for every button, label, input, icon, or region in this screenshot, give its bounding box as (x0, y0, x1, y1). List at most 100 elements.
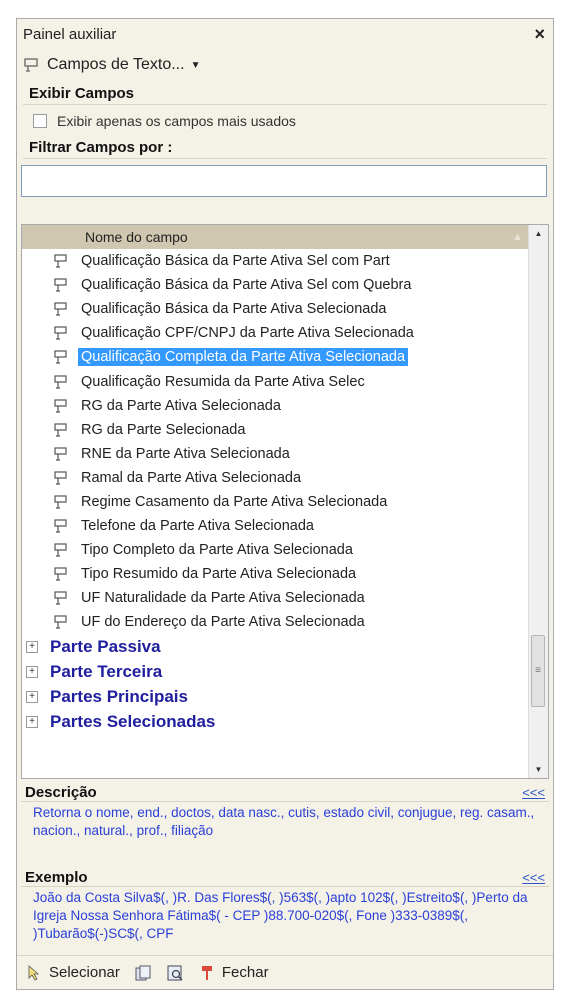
example-section: Exemplo <<< João da Costa Silva$(, )R. D… (21, 869, 549, 945)
field-tree: Nome do campo ▲ Qualificação Básica da P… (21, 224, 549, 779)
scroll-down-icon[interactable]: ▼ (529, 761, 548, 778)
field-item-label: UF Naturalidade da Parte Ativa Seleciona… (81, 590, 365, 607)
mode-dropdown[interactable]: Campos de Texto... ▼ (17, 49, 553, 81)
text-field-icon (54, 398, 70, 414)
text-field-icon (54, 325, 70, 341)
scroll-thumb[interactable]: ≡ (531, 635, 545, 707)
field-item-label: RG da Parte Selecionada (81, 421, 246, 438)
panel-title: Painel auxiliar (23, 25, 117, 43)
preview-icon[interactable] (166, 964, 184, 982)
expand-icon[interactable]: + (26, 666, 38, 678)
example-text: João da Costa Silva$(, )R. Das Flores$(,… (33, 890, 528, 941)
chevron-down-icon: ▼ (190, 59, 201, 71)
field-item-label: Qualificação Básica da Parte Ativa Sel c… (81, 253, 390, 270)
most-used-checkbox-row[interactable]: Exibir apenas os campos mais usados (17, 105, 553, 135)
sort-icon: ▲ (512, 231, 523, 243)
expand-icon[interactable]: + (26, 691, 38, 703)
field-item[interactable]: UF Naturalidade da Parte Ativa Seleciona… (22, 586, 529, 610)
example-title: Exemplo (25, 869, 88, 886)
text-field-icon (54, 446, 70, 462)
group-item-label: Partes Principais (50, 687, 188, 706)
description-text: Retorna o nome, end., doctos, data nasc.… (33, 805, 535, 838)
filter-input[interactable] (21, 165, 547, 197)
copy-icon[interactable] (134, 964, 152, 982)
field-item[interactable]: Qualificação Básica da Parte Ativa Sel c… (22, 273, 529, 297)
field-item-label: Qualificação Completa da Parte Ativa Sel… (78, 348, 409, 367)
field-item[interactable]: UF do Endereço da Parte Ativa Selecionad… (22, 610, 529, 634)
field-item-label: RNE da Parte Ativa Selecionada (81, 445, 290, 462)
field-item[interactable]: RG da Parte Ativa Selecionada (22, 394, 529, 418)
text-field-icon (54, 518, 70, 534)
example-collapse-link[interactable]: <<< (522, 870, 545, 885)
field-item[interactable]: Telefone da Parte Ativa Selecionada (22, 514, 529, 538)
scroll-up-icon[interactable]: ▲ (529, 225, 548, 242)
field-item-label: Ramal da Parte Ativa Selecionada (81, 469, 302, 486)
field-item[interactable]: Qualificação Resumida da Parte Ativa Sel… (22, 369, 529, 393)
field-item[interactable]: Qualificação Básica da Parte Ativa Selec… (22, 297, 529, 321)
select-button-label: Selecionar (49, 964, 120, 981)
panel-titlebar: Painel auxiliar × (17, 19, 553, 49)
field-item-label: Telefone da Parte Ativa Selecionada (81, 518, 314, 535)
group-item[interactable]: + Partes Principais (22, 685, 529, 710)
exibir-section-title: Exibir Campos (23, 81, 547, 105)
field-item-label: Regime Casamento da Parte Ativa Selecion… (81, 493, 388, 510)
field-item[interactable]: Tipo Resumido da Parte Ativa Selecionada (22, 562, 529, 586)
field-item[interactable]: RNE da Parte Ativa Selecionada (22, 442, 529, 466)
group-item-label: Partes Selecionadas (50, 712, 216, 731)
text-field-icon (54, 253, 70, 269)
field-item[interactable]: RG da Parte Selecionada (22, 418, 529, 442)
auxiliary-panel: Painel auxiliar × Campos de Texto... ▼ E… (16, 18, 554, 990)
most-used-checkbox[interactable] (33, 114, 47, 128)
text-field-icon (54, 542, 70, 558)
column-header-label: Nome do campo (85, 229, 188, 245)
field-item-label: Qualificação Básica da Parte Ativa Sel c… (81, 277, 412, 294)
field-item-label: Qualificação Básica da Parte Ativa Selec… (81, 301, 387, 318)
group-item[interactable]: + Parte Passiva (22, 635, 529, 660)
field-item[interactable]: Regime Casamento da Parte Ativa Selecion… (22, 490, 529, 514)
pin-icon (201, 965, 212, 980)
description-collapse-link[interactable]: <<< (522, 785, 545, 800)
text-field-icon (54, 590, 70, 606)
description-header: Descrição <<< (21, 784, 549, 802)
field-item[interactable]: Ramal da Parte Ativa Selecionada (22, 466, 529, 490)
field-item[interactable]: Qualificação Completa da Parte Ativa Sel… (22, 345, 529, 369)
close-button-label: Fechar (221, 964, 269, 981)
tree-list: Qualificação Básica da Parte Ativa Sel c… (22, 249, 529, 735)
filter-section-title: Filtrar Campos por : (23, 135, 547, 159)
group-item[interactable]: + Parte Terceira (22, 660, 529, 685)
field-item[interactable]: Qualificação Básica da Parte Ativa Sel c… (22, 249, 529, 273)
field-item-label: Qualificação Resumida da Parte Ativa Sel… (81, 373, 365, 390)
field-item-label: Tipo Completo da Parte Ativa Selecionada (81, 542, 353, 559)
bottom-toolbar: Selecionar Fechar (17, 955, 553, 989)
tree-scrollbar[interactable]: ▲ ≡ ▼ (528, 225, 548, 778)
group-item[interactable]: + Partes Selecionadas (22, 710, 529, 735)
field-item[interactable]: Tipo Completo da Parte Ativa Selecionada (22, 538, 529, 562)
expand-icon[interactable]: + (26, 641, 38, 653)
text-field-icon (54, 566, 70, 582)
text-field-icon (54, 422, 70, 438)
field-item-label: Qualificação CPF/CNPJ da Parte Ativa Sel… (81, 325, 414, 342)
expand-icon[interactable]: + (26, 716, 38, 728)
text-field-icon (54, 470, 70, 486)
column-header-field-name[interactable]: Nome do campo ▲ (22, 225, 529, 249)
text-field-icon (54, 494, 70, 510)
mode-dropdown-label: Campos de Texto... (47, 56, 185, 73)
text-field-icon (54, 301, 70, 317)
text-field-icon (54, 277, 70, 293)
group-item-label: Parte Passiva (50, 637, 161, 656)
group-item-label: Parte Terceira (50, 662, 163, 681)
close-button[interactable]: Fechar (198, 964, 269, 982)
description-title: Descrição (25, 784, 97, 801)
description-section: Descrição <<< Retorna o nome, end., doct… (21, 784, 549, 842)
text-field-icon (54, 349, 70, 365)
select-button[interactable]: Selecionar (25, 964, 120, 982)
field-item-label: UF do Endereço da Parte Ativa Selecionad… (81, 614, 365, 631)
cursor-icon (28, 964, 40, 981)
text-field-icon (24, 58, 38, 72)
close-icon[interactable]: × (534, 24, 545, 45)
field-item-label: RG da Parte Ativa Selecionada (81, 397, 281, 414)
text-field-icon (54, 614, 70, 630)
field-item[interactable]: Qualificação CPF/CNPJ da Parte Ativa Sel… (22, 321, 529, 345)
text-field-icon (54, 374, 70, 390)
field-item-label: Tipo Resumido da Parte Ativa Selecionada (81, 566, 357, 583)
